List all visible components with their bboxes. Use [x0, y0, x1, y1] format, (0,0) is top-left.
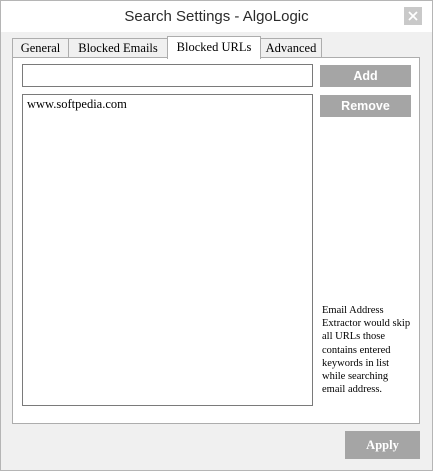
tab-blocked-emails[interactable]: Blocked Emails [68, 38, 168, 57]
remove-button[interactable]: Remove [320, 95, 411, 117]
window-title: Search Settings - AlgoLogic [124, 8, 309, 25]
info-text: Email Address Extractor would skip all U… [322, 305, 411, 396]
close-icon [408, 11, 418, 21]
tab-advanced[interactable]: Advanced [260, 38, 322, 57]
url-input[interactable] [22, 64, 313, 87]
title-bar[interactable]: Search Settings - AlgoLogic [1, 1, 432, 32]
close-button[interactable] [404, 7, 422, 25]
apply-button[interactable]: Apply [345, 431, 420, 459]
blocked-url-list[interactable]: www.softpedia.com [22, 94, 313, 406]
tab-general[interactable]: General [12, 38, 69, 57]
tab-blocked-urls[interactable]: Blocked URLs [167, 36, 261, 59]
add-button[interactable]: Add [320, 65, 411, 87]
list-item[interactable]: www.softpedia.com [27, 97, 127, 112]
